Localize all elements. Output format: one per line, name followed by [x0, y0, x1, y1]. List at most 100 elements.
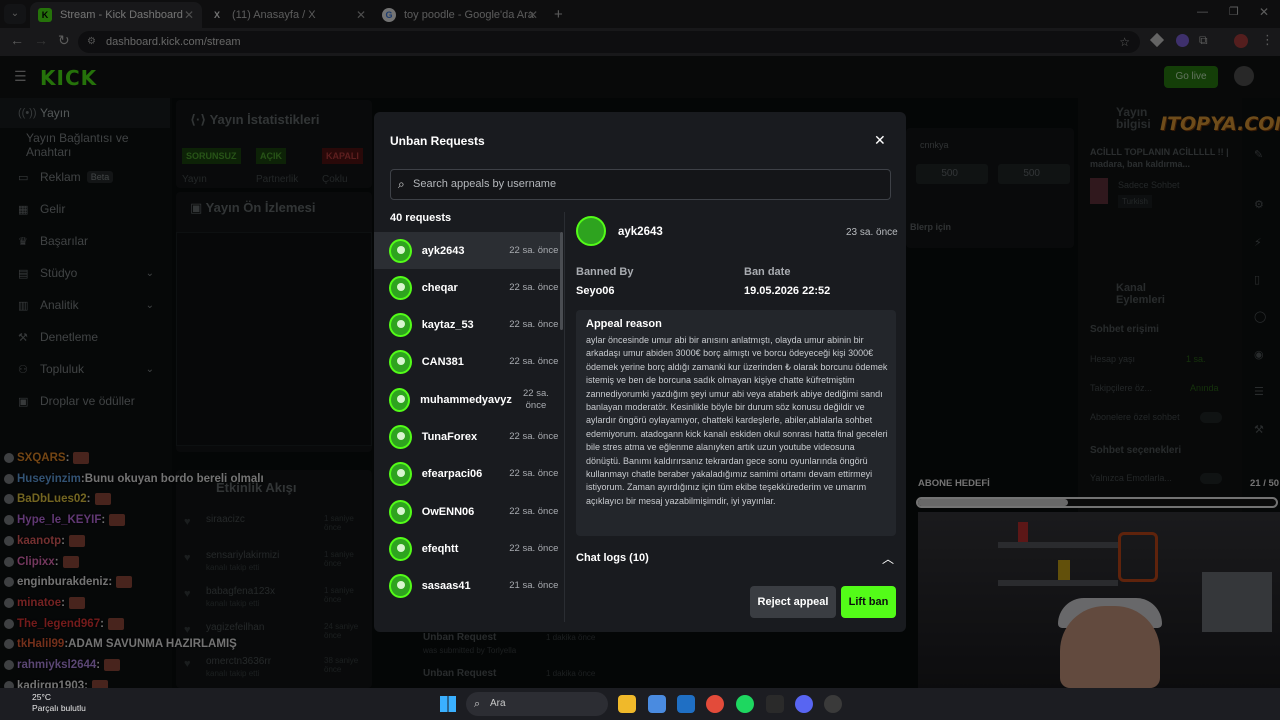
emote-icon — [116, 576, 133, 589]
window-close-icon[interactable]: ✕ — [1259, 5, 1269, 19]
moderation-icon: ⚒ — [18, 331, 28, 344]
request-list-item[interactable]: efearpaci06 22 sa. önce — [374, 456, 560, 493]
bookmark-star-icon[interactable]: ☆ — [1119, 31, 1130, 53]
spotify-icon[interactable] — [736, 695, 754, 713]
kick-logo[interactable]: KICK — [40, 66, 97, 90]
hamburger-menu-icon[interactable]: ☰ — [14, 68, 27, 85]
lightning-icon[interactable]: ⚡ — [1254, 236, 1268, 250]
chat-message: kaanotp : — [4, 534, 85, 547]
request-list-item[interactable]: OwENN06 22 sa. önce — [374, 493, 560, 530]
chat-message: Huseyinzim : Bunu okuyan bordo bereli ol… — [4, 473, 264, 485]
request-username: cheqar — [421, 281, 458, 294]
request-list-item[interactable]: sasaas41 21 sa. önce — [374, 568, 560, 605]
emote-icon — [109, 514, 126, 527]
tab-search-button[interactable]: ⌄ — [4, 4, 26, 24]
account-age-value[interactable]: 1 sa. — [1186, 354, 1206, 364]
extension-icon[interactable] — [1149, 32, 1165, 48]
maximize-icon[interactable]: ❐ — [1229, 5, 1239, 18]
sidebar-item-revenue[interactable]: ▦ Gelir — [0, 194, 170, 224]
go-live-button[interactable]: Go live — [1164, 66, 1218, 88]
unban-requests-modal: Unban Requests ✕ ⌕ Search appeals by use… — [374, 112, 906, 632]
close-icon[interactable]: ✕ — [356, 8, 366, 22]
taskbar-search[interactable]: ⌕ Ara — [466, 692, 608, 716]
discord-icon[interactable] — [795, 695, 813, 713]
request-username: CAN381 — [421, 356, 464, 369]
sidebar-item-yayin[interactable]: ((•)) Yayın — [0, 98, 170, 128]
sidebar-item-stream-key[interactable]: Yayın Bağlantısı ve Anahtarı — [0, 130, 170, 160]
stream-chat-overlay: SXQARS : Huseyinzim : Bunu okuyan bordo … — [0, 448, 300, 698]
emotes-only-toggle[interactable] — [1200, 473, 1222, 484]
sidebar-item-label: Reklam — [40, 170, 81, 184]
sponsor-watermark: ITOPYA.COM — [1160, 113, 1280, 135]
request-time: 22 sa. önce — [509, 542, 559, 554]
request-username: sasaas41 — [421, 580, 471, 593]
outlook-icon[interactable] — [677, 695, 695, 713]
avatar[interactable] — [1234, 66, 1254, 86]
request-time: 22 sa. önce — [509, 319, 559, 331]
extension-icon[interactable] — [1176, 34, 1189, 47]
address-bar[interactable]: ⚙ dashboard.kick.com/stream ☆ — [78, 31, 1140, 53]
chevron-up-icon[interactable]: ︿ — [882, 550, 894, 567]
minimize-icon[interactable]: — — [1197, 6, 1208, 18]
app-icon[interactable] — [766, 695, 784, 713]
chat-logs-toggle[interactable]: Chat logs (10) — [576, 552, 649, 564]
site-info-icon[interactable]: ⚙ — [87, 31, 96, 53]
close-icon[interactable]: ✕ — [184, 8, 194, 22]
back-icon[interactable]: ← — [10, 32, 24, 48]
request-time: 22 sa. önce — [523, 387, 549, 411]
request-list-item[interactable]: TunaForex 22 sa. önce — [374, 419, 560, 456]
chat-icon[interactable]: ◯ — [1254, 310, 1268, 324]
request-list-item[interactable]: muhammedyavyz 22 sa. önce — [374, 381, 560, 418]
extensions-puzzle-icon[interactable]: ⧉ — [1199, 33, 1208, 48]
request-list-item[interactable]: cheqar 22 sa. önce — [374, 269, 560, 306]
weather-widget[interactable]: 25°C Parçalı bulutlu — [32, 692, 86, 714]
search-input[interactable]: ⌕ Search appeals by username — [390, 169, 891, 200]
new-tab-button[interactable]: + — [554, 6, 563, 23]
points-pill[interactable]: 500 — [916, 164, 988, 184]
subs-only-toggle[interactable] — [1200, 412, 1222, 423]
broadcast-icon[interactable]: ◉ — [1254, 348, 1268, 362]
request-list-item[interactable]: ayk2643 22 sa. önce — [374, 232, 560, 269]
sidebar-item-achievements[interactable]: ♛ Başarılar — [0, 226, 170, 256]
points-pill[interactable]: 500 — [998, 164, 1070, 184]
store-icon[interactable] — [648, 695, 666, 713]
sidebar-item-analytics[interactable]: ▥ Analitik ⌄ — [0, 290, 170, 320]
file-explorer-icon[interactable] — [618, 695, 636, 713]
tab-google[interactable]: G toy poodle - Google'da Ara ✕ — [374, 2, 546, 28]
profile-avatar[interactable] — [1234, 34, 1248, 48]
banned-by-value: Seyo06 — [576, 285, 615, 297]
list-icon[interactable]: ☰ — [1254, 385, 1268, 399]
scrollbar[interactable] — [560, 232, 563, 330]
sidebar-item-community[interactable]: ⚇ Topluluk ⌄ — [0, 354, 170, 384]
tool-icon[interactable]: ⚒ — [1254, 423, 1268, 437]
sub-goal-count: 21 / 50 — [1250, 478, 1280, 489]
request-list-item[interactable]: CAN381 22 sa. önce — [374, 344, 560, 381]
windows-start-icon[interactable] — [440, 696, 456, 712]
sidebar-item-moderation[interactable]: ⚒ Denetleme — [0, 322, 170, 352]
close-icon[interactable]: ✕ — [528, 8, 538, 22]
edit-icon[interactable]: ✎ — [1254, 148, 1268, 162]
menu-dots-icon[interactable]: ⋮ — [1261, 32, 1274, 48]
reload-icon[interactable]: ↻ — [58, 32, 70, 49]
chrome-icon[interactable] — [706, 695, 724, 713]
forward-icon[interactable]: → — [34, 32, 48, 48]
close-icon[interactable]: ✕ — [874, 132, 886, 149]
sidebar-item-ads[interactable]: ▭ Reklam Beta — [0, 162, 170, 192]
sidebar-item-studio[interactable]: ▤ Stüdyo ⌄ — [0, 258, 170, 288]
settings-icon[interactable]: ⚙ — [1254, 198, 1268, 212]
tab-x[interactable]: X (11) Anasayfa / X ✕ — [202, 2, 374, 28]
reject-appeal-button[interactable]: Reject appeal — [750, 586, 836, 618]
stat-label: Çoklu — [322, 174, 348, 185]
shelf — [998, 542, 1118, 548]
document-icon[interactable]: ▯ — [1254, 273, 1268, 287]
tab-kick-dashboard[interactable]: K Stream - Kick Dashboard ✕ — [30, 2, 202, 28]
request-list-item[interactable]: efeqhtt 22 sa. önce — [374, 530, 560, 567]
stream-preview-thumbnail[interactable] — [176, 232, 372, 446]
subs-only-label: Abonelere özel sohbet — [1090, 412, 1180, 422]
request-list-item[interactable]: kaytaz_53 22 sa. önce — [374, 307, 560, 344]
sidebar-item-drops[interactable]: ▣ Droplar ve ödüller — [0, 386, 170, 416]
obs-icon[interactable] — [824, 695, 842, 713]
followers-only-value[interactable]: Anında — [1190, 383, 1219, 393]
sub-goal-label: ABONE HEDEFİ — [918, 478, 990, 489]
lift-ban-button[interactable]: Lift ban — [841, 586, 896, 618]
